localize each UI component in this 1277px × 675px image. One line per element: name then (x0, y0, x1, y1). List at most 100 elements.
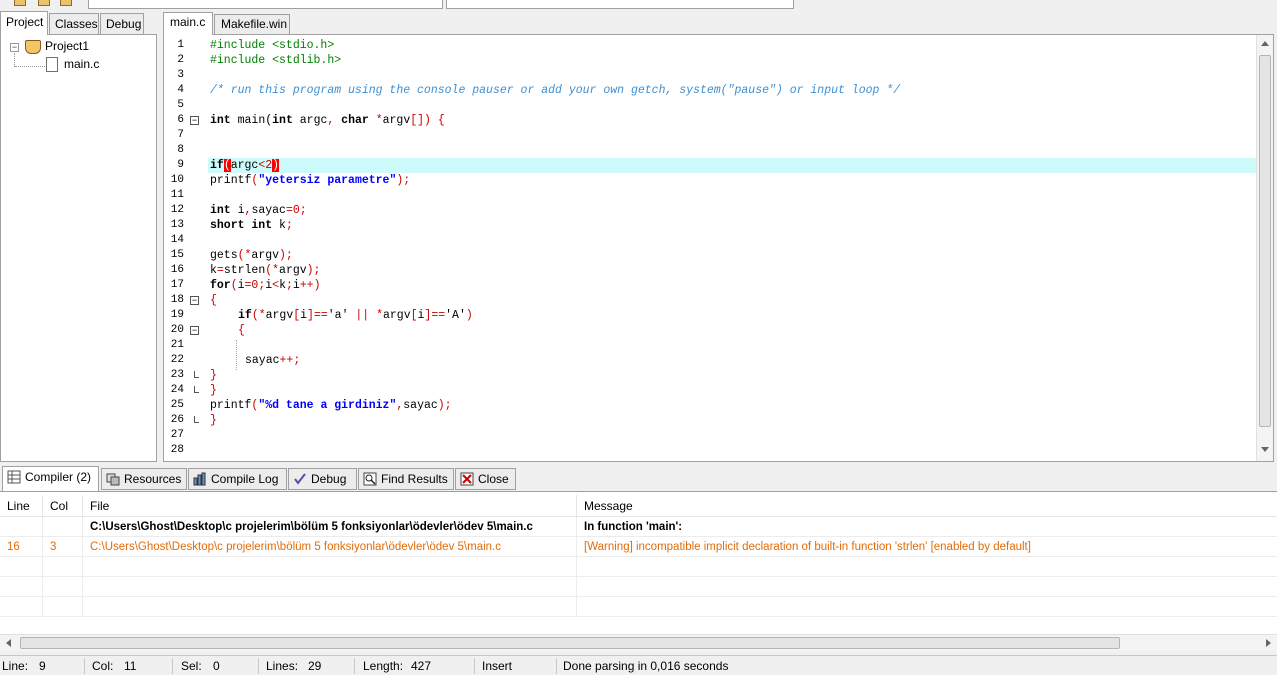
table-row[interactable]: C:\Users\Ghost\Desktop\c projelerim\bölü… (0, 517, 1277, 537)
tab-compiler[interactable]: Compiler (2) (2, 466, 99, 491)
function-selector[interactable] (446, 0, 794, 9)
messages-horizontal-scrollbar[interactable] (0, 634, 1277, 651)
code-token: = (216, 264, 224, 277)
code-line-13: short int k; (210, 218, 293, 233)
table-row[interactable]: 16 3 C:\Users\Ghost\Desktop\c projelerim… (0, 537, 1277, 557)
cell-col (43, 517, 83, 537)
class-selector[interactable] (88, 0, 443, 9)
code-token: sayac (251, 204, 286, 217)
line-number: 16 (170, 264, 184, 276)
line-number: 18 (170, 294, 184, 306)
tab-close[interactable]: Close (455, 468, 516, 490)
compiler-grid-icon (7, 470, 21, 484)
scroll-down-icon[interactable] (1261, 447, 1269, 452)
code-line-20: { (238, 323, 245, 338)
line-number: 24 (170, 384, 184, 396)
code-token: short int (210, 219, 273, 232)
scroll-left-icon[interactable] (6, 639, 11, 647)
code-token: if (238, 309, 252, 322)
tab-label: Compiler (2) (25, 470, 92, 484)
code-line-15: gets(*argv); (210, 248, 293, 263)
column-header-line[interactable]: Line (0, 495, 43, 517)
tab-makefile[interactable]: Makefile.win (214, 14, 290, 34)
line-number: 6 (177, 114, 184, 126)
code-token: argv (265, 309, 294, 322)
status-length-label: Length: (363, 659, 404, 673)
scroll-up-icon[interactable] (1261, 41, 1269, 46)
line-number: 5 (177, 99, 184, 111)
editor-tabs: main.c Makefile.win (163, 12, 1277, 35)
fold-collapse-icon[interactable]: − (190, 116, 199, 125)
editor-scroll-thumb[interactable] (1259, 55, 1271, 427)
line-number: 9 (177, 159, 184, 171)
code-token: argv (279, 264, 307, 277)
code-token: ); (437, 399, 452, 412)
tree-item-project[interactable]: Project1 (45, 38, 89, 55)
line-number: 4 (177, 84, 184, 96)
collapse-icon[interactable]: − (10, 43, 19, 52)
tab-main-c[interactable]: main.c (163, 12, 213, 35)
line-number: 8 (177, 144, 184, 156)
cell-message: In function 'main': (584, 521, 683, 533)
fold-collapse-icon[interactable]: − (190, 296, 199, 305)
code-editor[interactable]: 1 2 3 4 5 6 7 8 9 10 11 12 13 14 15 16 1… (163, 34, 1274, 462)
tab-project[interactable]: Project (0, 11, 48, 35)
line-number: 3 (177, 69, 184, 81)
fold-end-marker (194, 386, 199, 393)
table-row-empty (0, 577, 1277, 597)
code-line-2: #include <stdlib.h> (210, 53, 341, 68)
scroll-right-icon[interactable] (1266, 639, 1271, 647)
column-header-file[interactable]: File (83, 495, 577, 517)
messages-scroll-thumb[interactable] (20, 637, 1120, 649)
fold-collapse-icon[interactable]: − (190, 326, 199, 335)
tab-find-results[interactable]: Find Results (358, 468, 454, 490)
code-token: i (230, 204, 245, 217)
save-icon[interactable] (60, 0, 72, 6)
column-header-message[interactable]: Message (577, 495, 1277, 517)
tab-resources[interactable]: Resources (101, 468, 187, 490)
tab-debug-left[interactable]: Debug (100, 13, 144, 34)
tab-debug[interactable]: Debug (288, 468, 357, 490)
tab-compile-log[interactable]: Compile Log (188, 468, 287, 490)
code-string: "yetersiz parametre" (258, 174, 397, 187)
code-line-22: sayac++; (245, 353, 300, 368)
line-number: 10 (170, 174, 184, 186)
status-col-value: 11 (124, 659, 137, 673)
code-token: int (210, 114, 231, 127)
editor-vertical-scrollbar[interactable] (1256, 35, 1273, 461)
status-length-value: 427 (411, 659, 432, 673)
code-token: strlen (223, 264, 266, 277)
left-panel-tabs: Project Classes Debug (0, 11, 158, 35)
status-col-label: Col: (92, 659, 114, 673)
code-token: ) (465, 309, 473, 322)
status-sel-value: 0 (213, 659, 220, 673)
code-token: } (210, 369, 217, 382)
line-number: 12 (170, 204, 184, 216)
bottom-panel-tabs: Compiler (2) Resources Compile Log Debug… (0, 466, 1277, 491)
line-number: 19 (170, 309, 184, 321)
cell-col: 3 (43, 537, 83, 557)
code-token: printf (210, 174, 252, 187)
code-token: #include <stdio.h> (210, 39, 335, 52)
code-line-18: { (210, 293, 217, 308)
line-number-gutter: 1 2 3 4 5 6 7 8 9 10 11 12 13 14 15 16 1… (164, 35, 206, 461)
cell-file: C:\Users\Ghost\Desktop\c projelerim\bölü… (83, 517, 577, 537)
status-sel-label: Sel: (181, 659, 202, 673)
cell-empty (83, 597, 577, 617)
divider (258, 658, 259, 674)
status-bar: Line: 9 Col: 11 Sel: 0 Lines: 29 Length:… (0, 655, 1277, 675)
column-header-col[interactable]: Col (43, 495, 83, 517)
new-file-icon[interactable] (14, 0, 26, 6)
code-token: [ (410, 309, 418, 322)
status-message: Done parsing in 0,016 seconds (563, 659, 729, 673)
tree-item-main-c[interactable]: main.c (64, 56, 99, 73)
line-number: 26 (170, 414, 184, 426)
code-token: ++) (299, 279, 321, 292)
code-line-1: #include <stdio.h> (210, 38, 334, 53)
brace-match: ) (272, 159, 280, 172)
tab-classes[interactable]: Classes (49, 13, 99, 34)
project-icon (25, 40, 41, 54)
code-line-9: if(argc<2) (210, 158, 280, 173)
line-number: 20 (170, 324, 184, 336)
open-folder-icon[interactable] (38, 0, 50, 6)
